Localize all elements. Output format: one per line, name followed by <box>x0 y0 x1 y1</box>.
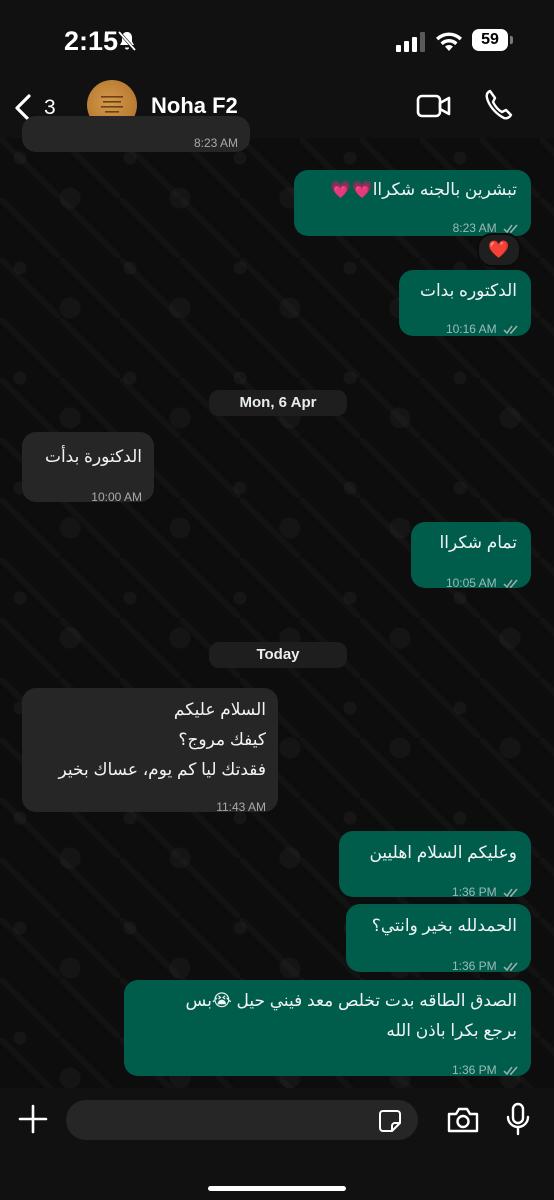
read-ticks-icon <box>503 1066 518 1075</box>
message-meta: 1:36 PM <box>452 878 519 906</box>
message-bubble-outgoing[interactable]: تمام شكراا 10:05 AM <box>411 522 531 590</box>
message-bubble-outgoing[interactable]: الصدق الطاقه بدت تخلص معد فيني حيل 😭بس ب… <box>124 980 531 1077</box>
message-meta: 1:36 PM <box>452 952 519 980</box>
message-text: تبشرين بالجنه شكراا💗💗 <box>330 180 517 199</box>
message-text: الصدق الطاقه بدت تخلص معد فيني حيل 😭بس ب… <box>185 991 517 1040</box>
message-bubble-incoming[interactable]: السلام عليكم كيفك مروج؟ فقدتك ليا كم يوم… <box>22 688 278 814</box>
message-bubble-outgoing[interactable]: وعليكم السلام اهليين 1:36 PM <box>339 831 531 899</box>
message-time: 1:36 PM <box>451 1063 497 1077</box>
date-separator: Mon, 6 Apr <box>209 390 347 416</box>
status-time: 2:15 <box>64 26 119 56</box>
message-time: 1:36 PM <box>451 959 497 973</box>
message-bubble-outgoing[interactable]: الدكتوره بدات 10:16 AM <box>399 270 531 336</box>
message-time: 10:00 AM <box>91 490 142 504</box>
message-time: 10:16 AM <box>445 322 497 336</box>
status-bar: 2:15 59 <box>0 0 554 80</box>
message-text: الدكتوره بدات <box>419 281 517 300</box>
microphone-icon[interactable] <box>506 1102 530 1136</box>
home-indicator <box>208 1186 346 1191</box>
message-text: تمام شكراا <box>439 533 517 552</box>
wifi-icon <box>436 32 462 51</box>
message-bubble-incoming[interactable]: الدكتورة بدأت 10:00 AM <box>22 432 154 504</box>
camera-icon[interactable] <box>446 1106 480 1134</box>
message-text: الدكتورة بدأت <box>44 447 142 466</box>
message-meta: 10:16 AM <box>446 315 519 343</box>
read-ticks-icon <box>503 325 518 334</box>
avatar-logo-icon <box>101 96 123 113</box>
sticker-icon[interactable] <box>378 1109 402 1133</box>
message-time: 8:23 AM <box>193 136 238 150</box>
date-separator: Today <box>209 642 347 668</box>
message-text: السلام عليكم كيفك مروج؟ فقدتك ليا كم يوم… <box>58 700 266 779</box>
message-text: الحمدلله بخير وانتي؟ <box>371 916 517 935</box>
read-ticks-icon <box>503 962 518 971</box>
battery-tip <box>510 36 513 44</box>
message-meta: 10:05 AM <box>446 569 519 597</box>
phone-icon[interactable] <box>484 88 514 122</box>
message-bubble-incoming[interactable]: 8:23 AM <box>22 116 250 152</box>
message-meta: 1:36 PM <box>452 1056 519 1084</box>
message-input[interactable] <box>66 1100 418 1140</box>
message-time: 10:05 AM <box>445 576 497 590</box>
message-bubble-outgoing[interactable]: الحمدلله بخير وانتي؟ 1:36 PM <box>346 904 531 973</box>
mute-icon <box>117 31 137 51</box>
message-bubble-outgoing[interactable]: تبشرين بالجنه شكراا💗💗 8:23 AM <box>294 170 531 236</box>
message-time: 11:43 AM <box>216 800 266 814</box>
video-call-icon[interactable] <box>416 90 452 122</box>
plus-icon[interactable] <box>18 1104 48 1134</box>
read-ticks-icon <box>503 579 518 588</box>
signal-icon <box>396 32 425 52</box>
message-reaction[interactable]: ❤️ <box>477 233 521 267</box>
read-ticks-icon <box>503 888 518 897</box>
message-time: 1:36 PM <box>451 885 497 899</box>
message-text: وعليكم السلام اهليين <box>369 843 517 862</box>
battery-indicator: 59 <box>472 29 508 51</box>
composer-bar <box>0 1088 554 1200</box>
